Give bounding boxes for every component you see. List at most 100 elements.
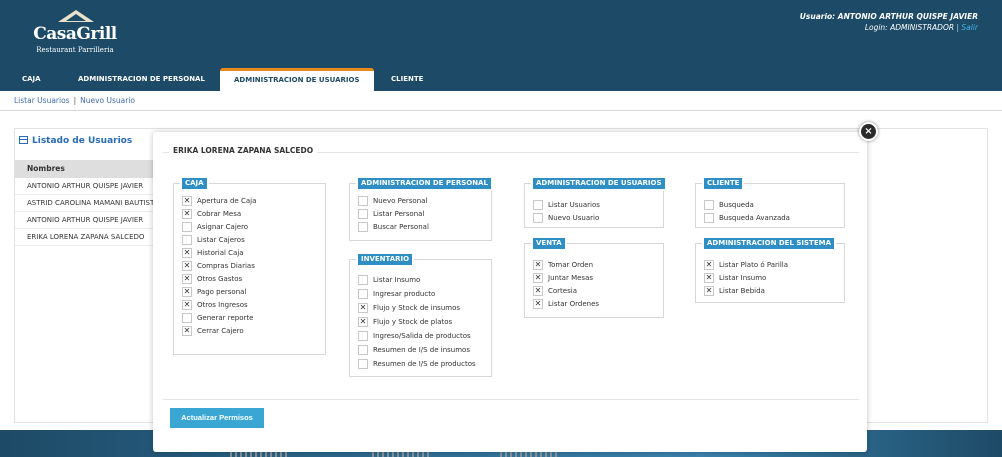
group-legend-sistema: ADMINISTRACION DEL SISTEMA bbox=[702, 236, 836, 251]
permission-label: Busqueda Avanzada bbox=[719, 214, 790, 222]
permission-label: Nuevo Usuario bbox=[548, 214, 600, 222]
permission-checkbox[interactable]: ✕ bbox=[704, 273, 714, 283]
group-legend-cliente: CLIENTE bbox=[701, 176, 745, 191]
permission-checkbox[interactable] bbox=[358, 289, 368, 299]
user-info: Usuario: ANTONIO ARTHUR QUISPE JAVIER Lo… bbox=[800, 11, 978, 33]
permission-label: Listar Ordenes bbox=[548, 300, 600, 308]
permission-label: Otros Ingresos bbox=[197, 301, 248, 309]
list-users-link[interactable]: Listar Usuarios bbox=[14, 96, 70, 105]
permission-label: Cerrar Cajero bbox=[197, 327, 244, 335]
permission-label: Flujo y Stock de insumos bbox=[373, 304, 461, 312]
permission-checkbox[interactable]: ✕ bbox=[182, 287, 192, 297]
table-icon bbox=[19, 136, 28, 144]
login-line: Login: ADMINISTRADOR | Salir bbox=[800, 22, 978, 33]
group-venta: VENTA ✕ Tomar Orden ✕ Juntar Mesas ✕ Cortesia… bbox=[524, 236, 664, 318]
permission-checkbox[interactable] bbox=[533, 200, 543, 210]
close-icon[interactable]: × bbox=[859, 122, 878, 141]
permission-checkbox[interactable]: ✕ bbox=[533, 260, 543, 270]
group-administracion-usuarios: ADMINISTRACION DE USUARIOS Listar Usuari… bbox=[524, 176, 667, 228]
permission-checkbox[interactable] bbox=[533, 213, 543, 223]
permission-checkbox[interactable]: ✕ bbox=[704, 260, 714, 270]
permission-label: Pago personal bbox=[197, 288, 247, 296]
users-list-title-text: Listado de Usuarios bbox=[32, 136, 133, 146]
permission-checkbox[interactable] bbox=[704, 200, 714, 210]
group-caja: CAJA ✕ Apertura de Caja ✕ Cobrar Mesa Asigna… bbox=[173, 176, 326, 355]
permission-label: Listar Plato ó Parilla bbox=[719, 261, 789, 269]
permission-checkbox[interactable]: ✕ bbox=[533, 273, 543, 283]
user-name: Usuario: ANTONIO ARTHUR QUISPE JAVIER bbox=[799, 12, 978, 21]
permission-checkbox[interactable] bbox=[358, 275, 368, 285]
group-legend-venta: VENTA bbox=[531, 236, 567, 251]
permission-label: Cobrar Mesa bbox=[197, 210, 242, 218]
update-permissions-button[interactable]: Actualizar Permisos bbox=[170, 408, 264, 428]
group-legend-inventario: INVENTARIO bbox=[355, 252, 415, 267]
permission-label: Ingreso/Salida de productos bbox=[373, 332, 471, 340]
permission-label: Listar Insumo bbox=[373, 276, 421, 284]
permission-label: Listar Insumo bbox=[719, 274, 767, 282]
permission-label: Ingresar producto bbox=[373, 290, 436, 298]
permission-checkbox[interactable]: ✕ bbox=[533, 299, 543, 309]
tab-administracion-usuarios[interactable]: ADMINISTRACION DE USUARIOS bbox=[220, 68, 374, 91]
permissions-modal: ERIKA LORENA ZAPANA SALCEDO CAJA ✕ Apertu… bbox=[153, 132, 867, 452]
restaurant-logo[interactable]: CasaGrill Restaurant Parrilleria bbox=[30, 10, 120, 60]
permission-label: Compras Diarias bbox=[197, 262, 255, 270]
permission-label: Busqueda bbox=[719, 201, 754, 209]
group-legend-personal: ADMINISTRACION DE PERSONAL bbox=[356, 176, 493, 191]
subnav-separator: | bbox=[73, 96, 77, 105]
logo-subtitle: Restaurant Parrilleria bbox=[36, 46, 114, 54]
group-legend-caja: CAJA bbox=[180, 176, 209, 191]
permission-label: Juntar Mesas bbox=[548, 274, 594, 282]
logo-name: CasaGrill bbox=[33, 24, 117, 44]
permission-checkbox[interactable]: ✕ bbox=[533, 286, 543, 296]
main-tabs: CAJA ADMINISTRACION DE PERSONAL ADMINIST… bbox=[0, 68, 1002, 91]
new-user-link[interactable]: Nuevo Usuario bbox=[80, 96, 135, 105]
permission-label: Cortesia bbox=[548, 287, 577, 295]
permission-checkbox[interactable] bbox=[358, 345, 368, 355]
permission-label: Listar Usuarios bbox=[548, 201, 600, 209]
permission-checkbox[interactable]: ✕ bbox=[358, 303, 368, 313]
permission-checkbox[interactable] bbox=[182, 235, 192, 245]
permission-label: Otros Gastos bbox=[197, 275, 243, 283]
group-administracion-personal: ADMINISTRACION DE PERSONAL Nuevo Persona… bbox=[349, 176, 493, 241]
login-label: Login: ADMINISTRADOR bbox=[864, 23, 955, 32]
permission-label: Asignar Cajero bbox=[197, 223, 249, 231]
modal-title: ERIKA LORENA ZAPANA SALCEDO bbox=[169, 146, 318, 155]
permission-checkbox[interactable] bbox=[358, 359, 368, 369]
tab-caja[interactable]: CAJA bbox=[22, 68, 41, 91]
permission-label: Generar reporte bbox=[197, 314, 254, 322]
permission-checkbox[interactable] bbox=[358, 222, 368, 232]
permission-label: Resumen de I/S de productos bbox=[373, 360, 476, 368]
permission-label: Flujo y Stock de platos bbox=[373, 318, 453, 326]
footer-divider bbox=[163, 399, 859, 400]
permission-checkbox[interactable] bbox=[358, 331, 368, 341]
permission-label: Listar Bebida bbox=[719, 287, 765, 295]
group-inventario: INVENTARIO Listar Insumo Ingresar product… bbox=[349, 252, 492, 377]
permission-label: Historial Caja bbox=[197, 249, 244, 257]
permission-checkbox[interactable]: ✕ bbox=[182, 196, 192, 206]
group-legend-usuarios: ADMINISTRACION DE USUARIOS bbox=[531, 176, 667, 191]
tab-cliente[interactable]: CLIENTE bbox=[391, 68, 423, 91]
permission-checkbox[interactable]: ✕ bbox=[358, 317, 368, 327]
permission-checkbox[interactable] bbox=[358, 209, 368, 219]
permission-label: Listar Personal bbox=[373, 210, 425, 218]
permission-checkbox[interactable]: ✕ bbox=[182, 300, 192, 310]
logo-roof-icon bbox=[58, 10, 94, 22]
permission-checkbox[interactable] bbox=[358, 196, 368, 206]
permission-checkbox[interactable]: ✕ bbox=[182, 209, 192, 219]
group-administracion-sistema: ADMINISTRACION DEL SISTEMA ✕ Listar Plato… bbox=[695, 236, 845, 303]
permission-checkbox[interactable]: ✕ bbox=[182, 274, 192, 284]
permission-checkbox[interactable]: ✕ bbox=[182, 326, 192, 336]
permission-checkbox[interactable]: ✕ bbox=[182, 248, 192, 258]
permission-label: Resumen de I/S de insumos bbox=[373, 346, 470, 354]
permission-checkbox[interactable] bbox=[182, 222, 192, 232]
group-cliente: CLIENTE Busqueda Busqueda Avanzada bbox=[695, 176, 845, 228]
logout-link[interactable]: Salir bbox=[961, 23, 978, 32]
permission-checkbox[interactable] bbox=[182, 313, 192, 323]
tab-administracion-personal[interactable]: ADMINISTRACION DE PERSONAL bbox=[78, 68, 205, 91]
permission-label: Listar Cajeros bbox=[197, 236, 245, 244]
app-header: CasaGrill Restaurant Parrilleria Usuario… bbox=[0, 0, 1002, 91]
permission-checkbox[interactable] bbox=[704, 213, 714, 223]
permission-checkbox[interactable]: ✕ bbox=[182, 261, 192, 271]
permission-checkbox[interactable]: ✕ bbox=[704, 286, 714, 296]
sub-navigation: Listar Usuarios | Nuevo Usuario bbox=[0, 91, 1002, 111]
